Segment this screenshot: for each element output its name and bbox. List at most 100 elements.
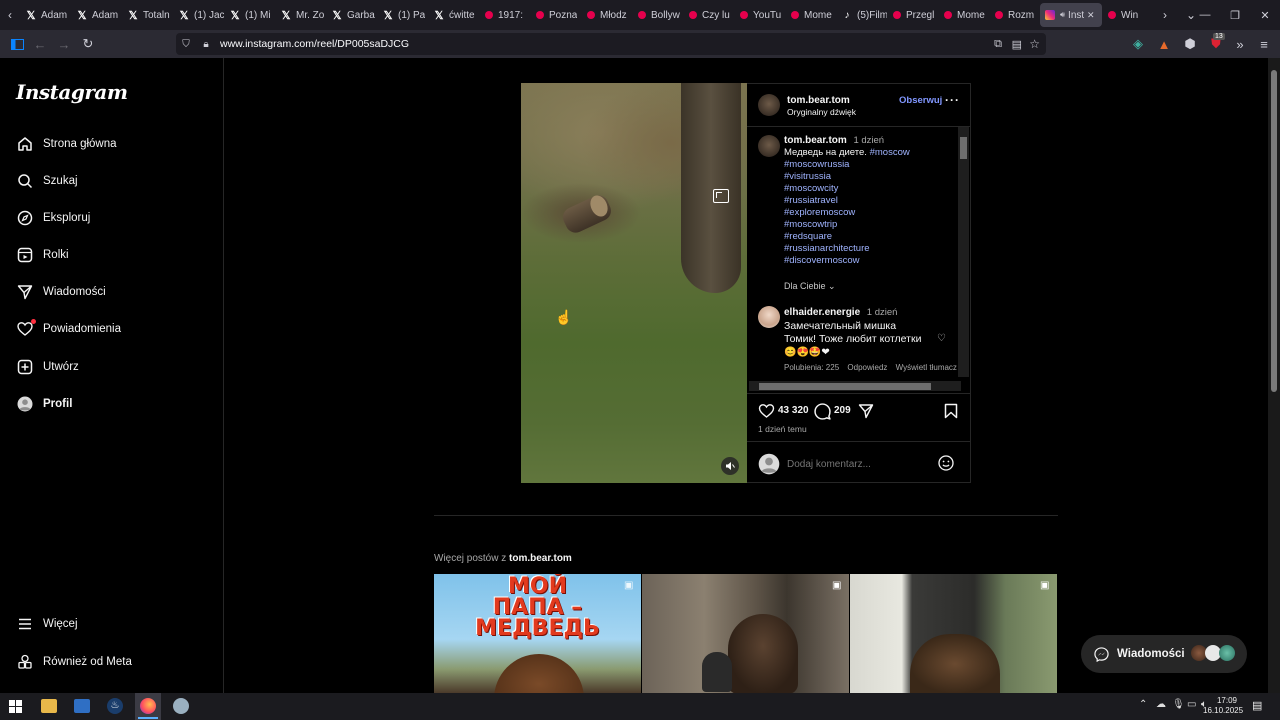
browser-tab[interactable]: Win [1102,0,1153,30]
sidebar-item-more[interactable]: Więcej [16,609,206,639]
browser-tab[interactable]: YouTu [734,0,785,30]
bookmark-star-icon[interactable]: ☆ [1029,37,1040,51]
shield-icon[interactable]: ⛉ [176,39,196,50]
avatar[interactable] [758,306,780,328]
extensions-icon[interactable]: ⬢ [1181,35,1199,53]
sidebar-item-search[interactable]: Szukaj [16,166,206,196]
menu-icon[interactable]: ≡ [1255,35,1273,53]
windows-start-icon[interactable] [9,700,22,713]
comment-username[interactable]: elhaider.energie [784,307,860,318]
app-icon[interactable] [173,698,189,714]
messages-widget[interactable]: Wiadomości [1081,635,1247,673]
cloud-icon[interactable]: ☁ [1156,699,1166,710]
hashtag-link[interactable]: #discovermoscow [784,255,954,267]
browser-tab[interactable]: 🔊︎Insta✕ [1040,3,1102,27]
browser-tab[interactable]: 𝕏 Garba [326,0,377,30]
comment-like-icon[interactable]: ♡ [937,333,946,344]
avatar[interactable] [758,94,780,116]
scroll-thumb[interactable] [960,137,967,159]
reader-view-icon[interactable]: ▤ [1012,38,1022,51]
file-explorer-icon[interactable] [41,699,57,713]
firefox-icon[interactable] [140,698,156,714]
comments-vertical-scrollbar[interactable] [958,127,969,377]
post-thumbnail[interactable]: ▣ [850,574,1057,693]
clock[interactable]: 17:09 16.10.2025 [1203,696,1243,716]
browser-tab[interactable]: 𝕏 (1) Pa [377,0,428,30]
comment-likes[interactable]: Polubienia: 225 [784,363,839,372]
browser-tab[interactable]: 𝕏 Adam [71,0,122,30]
notification-center-icon[interactable]: ▤ [1252,699,1262,712]
comments-horizontal-scrollbar[interactable] [749,381,961,391]
page-scrollbar[interactable] [1268,58,1280,693]
browser-tab[interactable]: 𝕏 (1) Mi [224,0,275,30]
hashtag-link[interactable]: #visitrussia [784,171,954,183]
browser-tab[interactable]: 𝕏ćwitte [428,0,479,30]
user-avatar-icon[interactable] [758,453,780,475]
scroll-thumb[interactable] [1271,70,1277,392]
post-thumbnail[interactable]: МОЙ ПАПА – МЕДВЕДЬ ▣ [434,574,641,693]
translate-button[interactable]: Wyświetl tłumacz [896,363,957,372]
tab-scroll-right-icon[interactable]: › [1155,8,1175,22]
more-options-icon[interactable]: ··· [945,93,960,107]
url-text[interactable]: www.instagram.com/reel/DP005saDJCG [220,38,409,50]
sidebar-item-create[interactable]: Utwórz [16,352,206,382]
tray-chevron-icon[interactable]: ⌃ [1139,699,1147,710]
comment-input[interactable] [787,456,927,472]
sidebar-item-reels[interactable]: Rolki [16,240,206,270]
comment-time[interactable]: 1 dzień [867,307,898,318]
more-posts-username[interactable]: tom.bear.tom [509,553,572,564]
browser-tab[interactable]: Rozm [989,0,1040,30]
post-username[interactable]: tom.bear.tom [787,95,850,106]
close-window-icon[interactable]: ✕ [1250,0,1280,30]
hashtag-link[interactable]: #moscowcity [784,183,954,195]
microphone-icon[interactable]: 🎙︎ [1172,699,1185,710]
network-icon[interactable]: ▭ [1187,699,1196,710]
hashtag-link[interactable]: #russianarchitecture [784,243,954,255]
url-bar[interactable]: ⛉ 🔒︎ www.instagram.com/reel/DP005saDJCG … [176,33,1046,55]
reel-video[interactable] [521,83,747,483]
avatar[interactable] [758,135,780,157]
back-icon[interactable]: ← [31,35,49,53]
sidebar-item-explore[interactable]: Eksploruj [16,203,206,233]
hashtag-link[interactable]: #moscowtrip [784,219,954,231]
post-thumbnail[interactable]: ▣ [642,574,849,693]
sound-toggle-icon[interactable] [721,457,739,475]
comment-icon[interactable] [814,403,831,420]
minimize-icon[interactable]: — [1190,0,1220,30]
like-icon[interactable] [758,403,775,419]
share-icon[interactable] [858,403,875,419]
caption-time[interactable]: 1 dzień [853,135,884,146]
sort-dropdown[interactable]: Dla Ciebie ⌄ [784,281,836,292]
post-time[interactable]: 1 dzień temu [758,424,807,434]
save-bookmark-icon[interactable] [944,403,958,419]
reply-button[interactable]: Odpowiedz [847,363,887,372]
lock-icon[interactable]: 🔒︎ [196,39,216,50]
tab-audio-icon[interactable]: 🔊︎ [1060,10,1065,20]
hashtag-link[interactable]: #redsquare [784,231,954,243]
hashtag-link[interactable]: #moscow [870,147,910,158]
browser-tab[interactable]: Czy lu [683,0,734,30]
emoji-icon[interactable] [938,455,954,471]
follow-button[interactable]: Obserwuj [899,95,942,106]
sidebar-item-profile[interactable]: Profil [16,389,206,419]
hashtag-link[interactable]: #russiatravel [784,195,954,207]
sidebar-item-meta[interactable]: Również od Meta [16,647,206,677]
post-audio[interactable]: Oryginalny dźwięk [787,107,856,117]
forward-icon[interactable]: → [55,35,73,53]
browser-tab[interactable]: ♪ (5)Film [836,0,888,30]
picture-in-picture-icon[interactable]: ⧉ [994,38,1002,51]
browser-tab[interactable]: Pozna [530,0,581,30]
sidebar-item-home[interactable]: Strona główna [16,129,206,159]
hashtag-link[interactable]: #moscowrussia [784,159,954,171]
extension-fox-icon[interactable]: ▲ [1155,35,1173,53]
tab-close-icon[interactable]: ✕ [1087,10,1095,21]
tab-scroll-left-icon[interactable]: ‹ [0,8,20,22]
browser-tab[interactable]: Przegl [887,0,938,30]
browser-tab[interactable]: Mome [785,0,836,30]
expand-icon[interactable] [713,189,729,203]
browser-tab[interactable]: 𝕏 Adam [20,0,71,30]
instagram-logo[interactable]: Instagram [16,80,128,104]
caption-username[interactable]: tom.bear.tom [784,135,847,146]
browser-tab[interactable]: Młodz [581,0,632,30]
reload-icon[interactable]: ↻ [79,35,97,53]
